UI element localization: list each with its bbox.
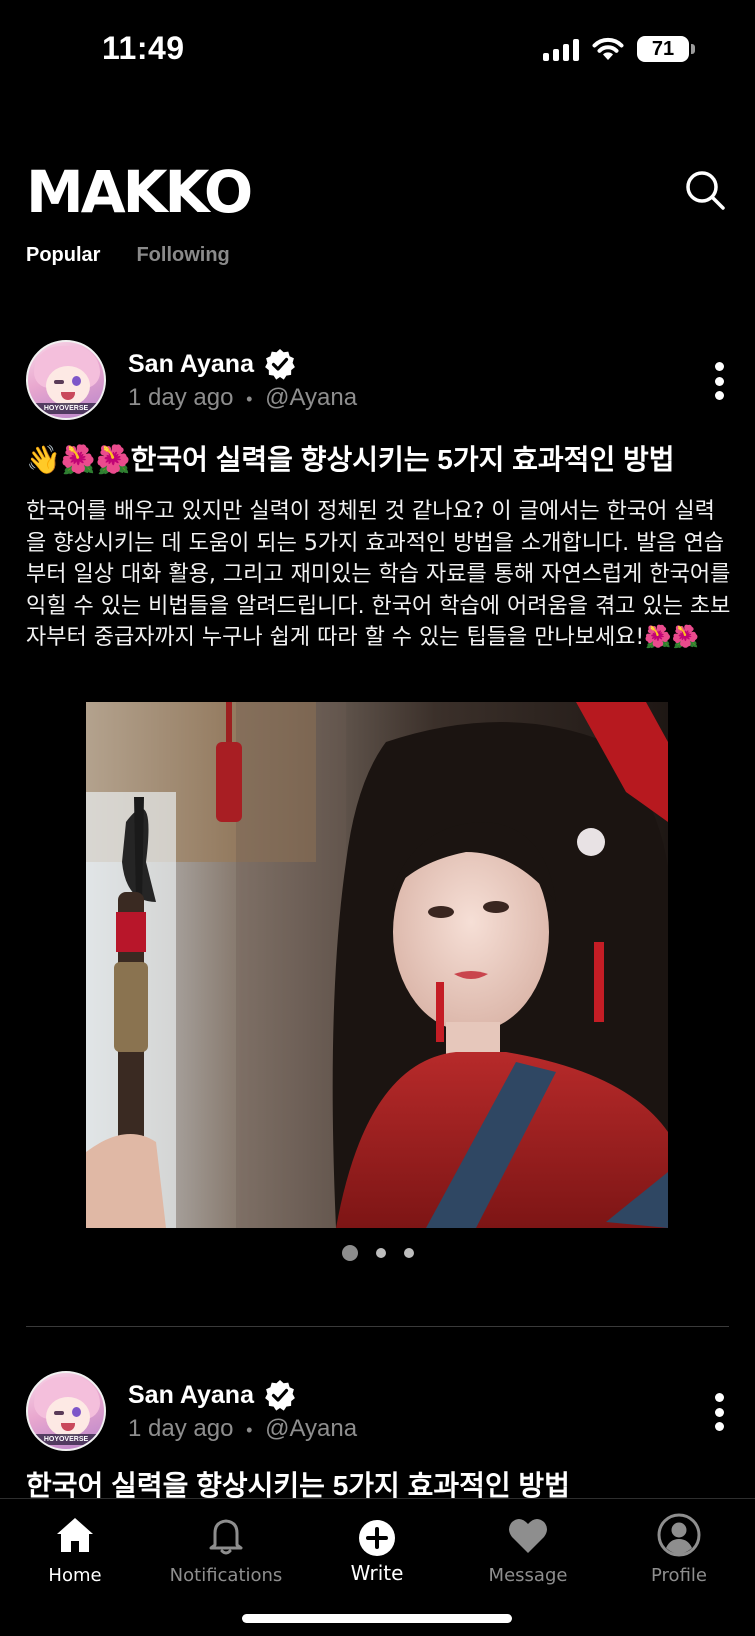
post-author[interactable]: San Ayana — [128, 1379, 296, 1411]
post-divider — [26, 1326, 729, 1327]
battery-icon: 71 — [637, 36, 695, 62]
bell-icon — [209, 1519, 243, 1555]
heart-icon — [509, 1518, 547, 1553]
verified-badge-icon — [265, 349, 295, 380]
post-time: 1 day ago — [128, 384, 234, 411]
battery-level: 71 — [651, 37, 675, 60]
meta-separator: • — [246, 1420, 253, 1440]
author-name: San Ayana — [128, 349, 254, 378]
carousel-indicator — [0, 1245, 755, 1261]
verified-badge-icon — [265, 1380, 295, 1411]
tab-following[interactable]: Following — [136, 244, 229, 267]
tab-label: Notifications — [169, 1565, 283, 1586]
tab-message[interactable]: Message — [458, 1513, 598, 1586]
tab-label: Home — [48, 1565, 102, 1586]
author-name: San Ayana — [128, 1380, 254, 1409]
tab-profile[interactable]: Profile — [609, 1513, 749, 1586]
avatar[interactable]: HOYOVERSE — [26, 340, 106, 420]
status-time: 11:49 — [102, 30, 185, 66]
carousel-dot[interactable] — [341, 1245, 358, 1261]
post-image[interactable] — [86, 702, 668, 1228]
post-author[interactable]: San Ayana — [128, 348, 296, 380]
tab-label: Write — [350, 1561, 404, 1585]
search-icon[interactable] — [683, 168, 727, 212]
post-body[interactable]: 한국어를 배우고 있지만 실력이 정체된 것 같나요? 이 글에서는 한국어 실… — [26, 496, 734, 654]
post-meta: 1 day ago • @Ayana — [128, 384, 357, 412]
post-meta: 1 day ago • @Ayana — [128, 1415, 357, 1443]
more-options-icon[interactable] — [713, 362, 725, 400]
tab-notifications[interactable]: Notifications — [156, 1513, 296, 1586]
feed-tabs: Popular Following — [26, 244, 230, 267]
meta-separator: • — [246, 389, 253, 409]
profile-icon — [657, 1513, 701, 1557]
status-bar: 11:49 71 — [0, 0, 755, 100]
signal-icon — [543, 37, 579, 61]
avatar-brand: HOYOVERSE — [28, 403, 104, 414]
app-logo: MAKKO — [26, 158, 253, 226]
post-title[interactable]: 👋🌺🌺한국어 실력을 향상시키는 5가지 효과적인 방법 — [26, 440, 736, 480]
tab-label: Profile — [651, 1565, 707, 1586]
avatar-brand: HOYOVERSE — [28, 1434, 104, 1445]
more-options-icon[interactable] — [713, 1393, 725, 1431]
post-time: 1 day ago — [128, 1415, 234, 1442]
tab-home[interactable]: Home — [5, 1513, 145, 1586]
tab-popular[interactable]: Popular — [26, 244, 100, 267]
home-icon — [57, 1518, 93, 1552]
author-handle[interactable]: @Ayana — [265, 384, 357, 411]
wifi-icon — [592, 37, 624, 60]
plus-circle-icon — [359, 1520, 395, 1556]
status-icons: 71 — [543, 36, 695, 62]
author-handle[interactable]: @Ayana — [265, 1415, 357, 1442]
tab-write[interactable]: Write — [307, 1513, 447, 1585]
tab-label: Message — [488, 1565, 568, 1586]
home-indicator — [242, 1614, 512, 1623]
carousel-dot[interactable] — [375, 1248, 386, 1258]
avatar[interactable]: HOYOVERSE — [26, 1371, 106, 1451]
carousel-dot[interactable] — [403, 1248, 414, 1258]
